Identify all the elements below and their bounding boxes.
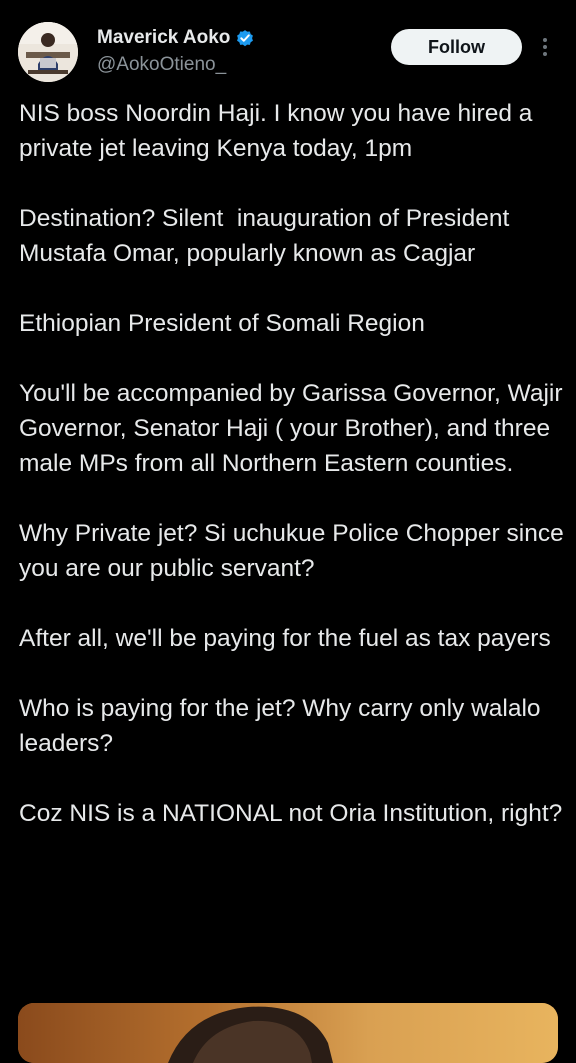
tweet-paragraph: Coz NIS is a NATIONAL not Oria Instituti… bbox=[19, 800, 563, 827]
tweet-paragraph: After all, we'll be paying for the fuel … bbox=[19, 625, 551, 652]
tweet-paragraph: NIS boss Noordin Haji. I know you have h… bbox=[19, 100, 540, 162]
tweet-paragraph: Ethiopian President of Somali Region bbox=[19, 310, 425, 337]
tweet-paragraph: Who is paying for the jet? Why carry onl… bbox=[19, 695, 548, 757]
tweet-paragraph: You'll be accompanied by Garissa Governo… bbox=[19, 380, 570, 477]
more-vertical-icon[interactable] bbox=[535, 33, 555, 63]
follow-button[interactable]: Follow bbox=[391, 29, 522, 65]
avatar[interactable] bbox=[18, 22, 78, 82]
tweet-paragraph: Why Private jet? Si uchukue Police Chopp… bbox=[19, 520, 571, 582]
author-handle[interactable]: @AokoOtieno_ bbox=[97, 54, 226, 76]
verified-badge-icon bbox=[235, 28, 255, 48]
tweet-paragraph: Destination? Silent inauguration of Pres… bbox=[19, 205, 517, 267]
tweet-media-image[interactable] bbox=[18, 1003, 558, 1063]
author-name-row: Maverick Aoko bbox=[97, 26, 255, 50]
tweet-header: Maverick Aoko @AokoOtieno_ Follow bbox=[0, 0, 576, 90]
author-display-name[interactable]: Maverick Aoko bbox=[97, 27, 230, 49]
tweet-text: NIS boss Noordin Haji. I know you have h… bbox=[19, 96, 564, 866]
